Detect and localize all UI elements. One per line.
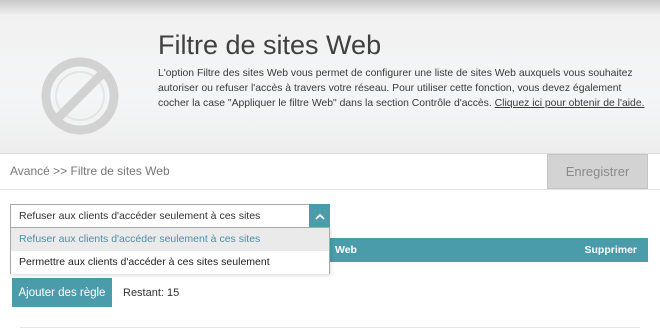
- dropdown-option-deny[interactable]: Refuser aux clients d'accéder seulement …: [11, 228, 329, 251]
- remaining-count: Restant: 15: [123, 287, 180, 299]
- filter-mode-selected-value: Refuser aux clients d'accéder seulement …: [19, 210, 261, 222]
- divider: [20, 327, 640, 328]
- chevron-up-icon[interactable]: [309, 204, 330, 228]
- page-description: L'option Filtre des sites Web vous perme…: [158, 66, 650, 112]
- help-link[interactable]: Cliquez ici pour obtenir de l'aide.: [495, 98, 645, 109]
- dropdown-option-allow[interactable]: Permettre aux clients d'accéder à ces si…: [11, 251, 329, 274]
- add-rule-button[interactable]: Ajouter des règle: [12, 278, 112, 307]
- filter-mode-dropdown: Refuser aux clients d'accéder seulement …: [10, 227, 330, 274]
- column-header-web: Web: [335, 244, 357, 256]
- breadcrumb: Avancé >> Filtre de sites Web: [10, 164, 170, 178]
- column-header-delete: Supprimer: [584, 244, 637, 256]
- filter-mode-select[interactable]: Refuser aux clients d'accéder seulement …: [10, 204, 330, 228]
- save-button[interactable]: Enregistrer: [547, 154, 648, 189]
- page-header: Filtre de sites Web L'option Filtre des …: [0, 14, 660, 154]
- web-filter-blocked-icon: [41, 57, 119, 135]
- page-title: Filtre de sites Web: [158, 30, 382, 60]
- top-bar: [0, 0, 660, 14]
- breadcrumb-bar: Avancé >> Filtre de sites Web Enregistre…: [0, 154, 660, 190]
